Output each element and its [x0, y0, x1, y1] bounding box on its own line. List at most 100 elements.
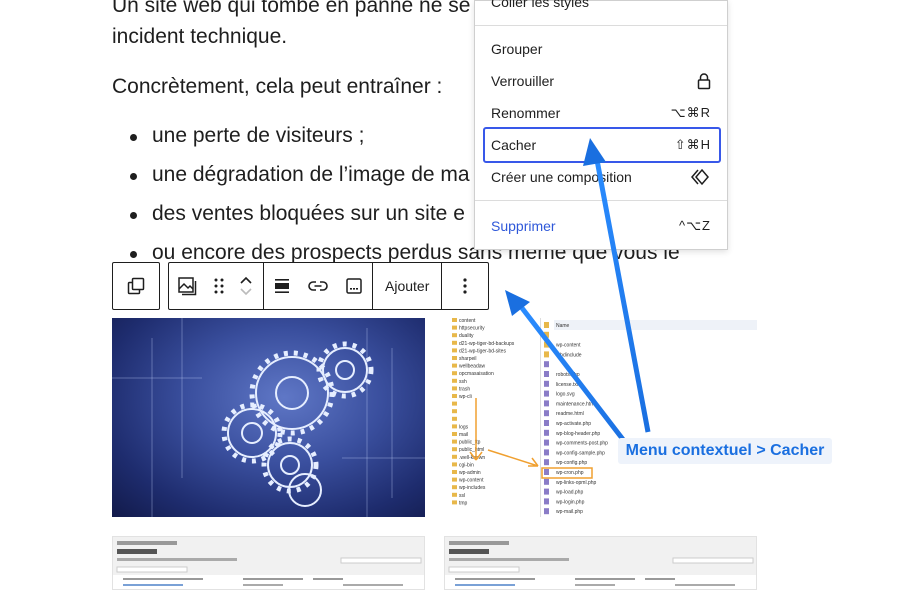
- folder-icon: [452, 439, 457, 444]
- cron-events-screenshot-2[interactable]: [444, 536, 757, 590]
- ftp-file-label: readme.html: [556, 411, 584, 417]
- more-vertical-icon: [463, 278, 467, 294]
- ftp-file-label: wp-blog-header.php: [556, 431, 600, 437]
- ftp-file-manager-image[interactable]: content httpsecurity duality d21-wp-tiger-b…: [444, 318, 757, 517]
- block-tools-group: Ajouter: [168, 262, 490, 310]
- folder-icon: [452, 386, 457, 391]
- caption-button[interactable]: [336, 263, 372, 309]
- chevron-down-icon[interactable]: [239, 287, 253, 297]
- menu-divider: [475, 200, 727, 201]
- folder-icon: [452, 432, 457, 436]
- block-options-menu: Coller les styles Grouper Verrouiller Re…: [474, 0, 728, 250]
- menu-item-lock[interactable]: Verrouiller: [491, 66, 711, 96]
- ftp-file-label: wp-links-opml.php: [556, 480, 597, 486]
- file-icon: [544, 380, 549, 387]
- menu-item-label: Grouper: [491, 41, 543, 57]
- menu-item-label: Cacher: [491, 137, 537, 153]
- shortcut-label: ⇧⌘H: [674, 137, 711, 152]
- block-switcher-group: [112, 262, 160, 310]
- arrow-head: [505, 290, 530, 316]
- file-icon: [544, 341, 549, 348]
- transform-block-button[interactable]: [113, 263, 159, 309]
- link-button[interactable]: [300, 263, 336, 309]
- options-button[interactable]: [442, 263, 488, 309]
- paragraph-line-1: Un site web qui tombe en panne ne se: [112, 0, 471, 17]
- file-icon: [544, 488, 549, 495]
- ftp-file-label: maintenance.html: [556, 401, 595, 407]
- folder-icon: [452, 416, 457, 421]
- folder-icon: [452, 394, 457, 398]
- ftp-file-label: Name: [556, 323, 570, 329]
- link-icon: [308, 281, 328, 291]
- ftp-folder-label: wp-content: [459, 478, 484, 484]
- gallery-block-button[interactable]: [169, 263, 205, 309]
- file-icon: [544, 469, 549, 475]
- list-item: une perte de visiteurs ;: [129, 124, 365, 147]
- folder-icon: [452, 333, 457, 338]
- ftp-folder-label: wp-includes: [459, 485, 486, 491]
- ftp-folder-label: d21-wp-tiger-bd-sites: [459, 348, 506, 354]
- file-icon: [544, 449, 549, 456]
- ftp-folder-label: d21-wp-tiger-bd-backups: [459, 341, 515, 347]
- menu-item-label: Créer une composition: [491, 169, 632, 185]
- file-icon: [544, 331, 549, 338]
- ftp-folder-label: wp-admin: [459, 470, 481, 476]
- drag-handle-icon: [214, 278, 224, 294]
- ftp-folder-label: ssl: [459, 493, 465, 499]
- menu-item-paste-styles[interactable]: Coller les styles: [491, 0, 711, 17]
- menu-item-delete[interactable]: Supprimer ^⌥Z: [491, 211, 711, 241]
- align-wide-icon: [275, 279, 289, 293]
- ftp-folder-label: wp-cli: [459, 394, 472, 400]
- menu-item-label: Renommer: [491, 105, 561, 121]
- folder-icon: [452, 424, 457, 429]
- file-icon: [544, 371, 549, 377]
- ftp-screenshot: content httpsecurityduality d21-wp-tiger-b…: [452, 318, 757, 517]
- folder-icon: [452, 325, 457, 330]
- ftp-folder-label: httpsecurity: [459, 326, 485, 332]
- ftp-folder-label: public_html: [459, 447, 484, 453]
- ftp-file-label: wp-login.php: [556, 499, 585, 505]
- align-button[interactable]: [264, 263, 300, 309]
- menu-item-create-pattern[interactable]: Créer une composition: [491, 162, 711, 192]
- paragraph-line-2: incident technique.: [112, 25, 288, 48]
- folder-icon: [452, 492, 457, 497]
- drag-handle[interactable]: [205, 263, 233, 309]
- ftp-file-label: wp-comments-post.php: [556, 441, 608, 447]
- folder-icon: [452, 356, 457, 360]
- ftp-file-label: robots.php: [556, 372, 580, 378]
- ftp-folder-label: wellbeadaw: [459, 364, 486, 370]
- menu-item-label: Supprimer: [491, 218, 556, 234]
- ftp-folder-label: ssh: [459, 379, 467, 385]
- folder-icon: [452, 363, 457, 368]
- ftp-file-label: logo.svg: [556, 392, 575, 398]
- folder-icon: [452, 477, 457, 482]
- chevron-up-icon[interactable]: [239, 275, 253, 285]
- caption-icon: [346, 278, 362, 294]
- menu-item-hide[interactable]: Cacher ⇧⌘H: [491, 130, 711, 160]
- folder-icon: [452, 378, 457, 383]
- shortcut-label: ^⌥Z: [678, 218, 711, 233]
- cron-events-screenshot-1[interactable]: [112, 536, 425, 590]
- add-button[interactable]: Ajouter: [373, 263, 441, 309]
- ftp-file-label: wp-activate.php: [556, 421, 591, 427]
- ftp-folder-label: cgi-bin: [459, 462, 474, 468]
- folder-icon: [452, 409, 457, 414]
- file-icon: [544, 361, 549, 368]
- file-icon: [544, 439, 549, 446]
- folder-icon: [452, 318, 457, 322]
- gears-image[interactable]: [112, 318, 425, 517]
- lock-icon: [697, 73, 711, 90]
- annotation-callout: Menu contextuel > Cacher: [618, 438, 832, 464]
- cron-screenshot-lines: [445, 541, 756, 589]
- menu-item-rename[interactable]: Renommer ⌥⌘R: [491, 98, 711, 128]
- folder-icon: [452, 447, 457, 452]
- ftp-file-label: wp-content: [556, 343, 581, 349]
- ftp-folder-label: duality: [459, 333, 474, 339]
- ftp-folder-label: content: [459, 318, 476, 324]
- ftp-folder-label: opcmasaisation: [459, 371, 494, 377]
- menu-item-label: Verrouiller: [491, 73, 555, 89]
- file-icon: [544, 508, 549, 515]
- folder-icon: [452, 470, 457, 474]
- menu-item-group[interactable]: Grouper: [491, 34, 711, 64]
- menu-divider: [475, 25, 727, 26]
